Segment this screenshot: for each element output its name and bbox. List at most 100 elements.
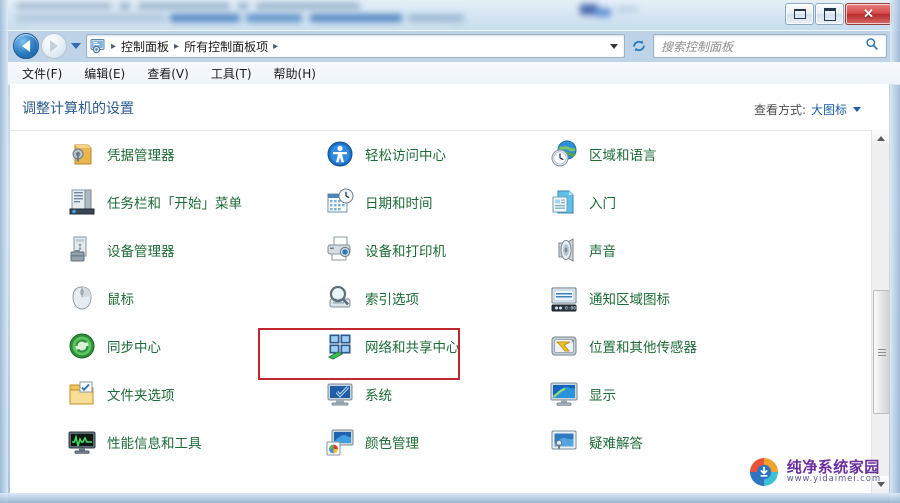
chevron-down-icon[interactable] xyxy=(853,107,861,112)
window-border-left xyxy=(0,0,8,503)
address-bar: ▸ 控制面板 ▸ 所有控制面板项 ▸ 搜索控制面板 xyxy=(8,30,890,62)
sound-icon xyxy=(548,234,580,266)
item-label: 声音 xyxy=(589,244,616,260)
color-management-icon xyxy=(324,426,356,458)
maximize-icon xyxy=(823,7,836,21)
minimize-button[interactable] xyxy=(785,3,814,25)
item-label: 疑难解答 xyxy=(589,436,643,452)
vertical-scrollbar[interactable] xyxy=(871,130,889,493)
items-row: 同步中心 网络和共享中心 位置和其他传感器 xyxy=(10,322,889,370)
date-time-icon xyxy=(324,186,356,218)
display-icon xyxy=(548,378,580,410)
scroll-up-button[interactable] xyxy=(872,130,889,147)
devices-printers-icon xyxy=(324,234,356,266)
item-label: 同步中心 xyxy=(107,340,161,356)
item-label: 网络和共享中心 xyxy=(365,340,460,356)
items-row: 任务栏和「开始」菜单 日期和时间 入门 xyxy=(10,178,889,226)
menu-item-help[interactable]: 帮助(H) xyxy=(270,63,320,84)
location-sensors-icon xyxy=(548,330,580,362)
item-system[interactable]: 系统 xyxy=(318,372,542,416)
menu-item-tools[interactable]: 工具(T) xyxy=(207,63,256,84)
breadcrumb-item-all-items[interactable]: 所有控制面板项 xyxy=(181,38,271,55)
getting-started-icon xyxy=(548,186,580,218)
mouse-icon xyxy=(66,282,98,314)
item-label: 设备管理器 xyxy=(107,244,175,260)
item-network-and-sharing-center[interactable]: 网络和共享中心 xyxy=(318,324,542,368)
maximize-button[interactable] xyxy=(815,3,844,25)
window-root: ✕ ▸ 控制面板 ▸ 所有控制面板项 ▸ 搜索控制面板 文件(F) 编辑(E) … xyxy=(0,0,900,503)
scrollbar-thumb[interactable] xyxy=(873,290,889,414)
refresh-button[interactable] xyxy=(627,34,651,58)
breadcrumb-separator-1[interactable]: ▸ xyxy=(172,41,181,52)
breadcrumb-dropdown-icon[interactable] xyxy=(610,43,618,49)
refresh-icon xyxy=(633,40,645,52)
item-sound[interactable]: 声音 xyxy=(542,228,792,272)
item-label: 颜色管理 xyxy=(365,436,419,452)
scrollbar-grip-icon xyxy=(877,348,886,356)
site-watermark: 纯净系统家园 www.yidaimei.com xyxy=(747,455,881,489)
sync-center-icon xyxy=(66,330,98,362)
breadcrumb-item-control-panel[interactable]: 控制面板 xyxy=(118,38,172,55)
window-controls[interactable]: ✕ xyxy=(785,3,892,25)
item-display[interactable]: 显示 xyxy=(542,372,792,416)
item-ease-of-access-center[interactable]: 轻松访问中心 xyxy=(318,132,542,176)
item-devices-and-printers[interactable]: 设备和打印机 xyxy=(318,228,542,272)
minimize-icon xyxy=(793,9,806,19)
item-mouse[interactable]: 鼠标 xyxy=(60,276,318,320)
menu-item-file[interactable]: 文件(F) xyxy=(18,63,66,84)
watermark-logo-icon xyxy=(747,455,781,489)
ease-of-access-icon xyxy=(324,138,356,170)
item-label: 文件夹选项 xyxy=(107,388,175,404)
item-indexing-options[interactable]: 索引选项 xyxy=(318,276,542,320)
item-taskbar-and-start-menu[interactable]: 任务栏和「开始」菜单 xyxy=(60,180,318,224)
items-row: 文件夹选项 系统 显示 xyxy=(10,370,889,418)
item-label: 鼠标 xyxy=(107,292,134,308)
back-button[interactable] xyxy=(13,33,39,59)
control-panel-items-grid: 凭据管理器 轻松访问中心 区域和语言 任务栏和「开始」菜单 日期和时间 入门 设… xyxy=(10,130,889,493)
title-bar: ✕ xyxy=(0,0,900,31)
window-border-bottom xyxy=(0,493,900,503)
performance-info-icon xyxy=(66,426,98,458)
breadcrumb-separator-2[interactable]: ▸ xyxy=(271,41,280,52)
menu-item-edit[interactable]: 编辑(E) xyxy=(80,63,129,84)
forward-button[interactable] xyxy=(41,33,67,59)
items-row: 设备管理器 设备和打印机 声音 xyxy=(10,226,889,274)
item-region-and-language[interactable]: 区域和语言 xyxy=(542,132,792,176)
close-button[interactable]: ✕ xyxy=(845,3,892,25)
search-box[interactable]: 搜索控制面板 xyxy=(653,34,887,58)
history-dropdown-icon[interactable] xyxy=(71,43,81,49)
item-getting-started[interactable]: 入门 xyxy=(542,180,792,224)
troubleshooting-icon xyxy=(548,426,580,458)
breadcrumb-separator-0[interactable]: ▸ xyxy=(109,41,118,52)
notification-area-icons-icon: 0:00 xyxy=(548,282,580,314)
item-label: 系统 xyxy=(365,388,392,404)
item-color-management[interactable]: 颜色管理 xyxy=(318,420,542,464)
item-label: 显示 xyxy=(589,388,616,404)
item-label: 性能信息和工具 xyxy=(107,436,202,452)
menu-bar: 文件(F) 编辑(E) 查看(V) 工具(T) 帮助(H) xyxy=(8,62,900,85)
item-credential-manager[interactable]: 凭据管理器 xyxy=(60,132,318,176)
item-label: 入门 xyxy=(589,196,616,212)
control-panel-icon xyxy=(90,38,106,54)
search-input[interactable]: 搜索控制面板 xyxy=(654,38,863,55)
items-row: 鼠标 索引选项 0:00 通知区域图标 xyxy=(10,274,889,322)
menu-item-view[interactable]: 查看(V) xyxy=(143,63,193,84)
item-performance-information-and-tools[interactable]: 性能信息和工具 xyxy=(60,420,318,464)
forward-arrow-icon xyxy=(50,40,58,52)
view-by-control[interactable]: 查看方式: 大图标 xyxy=(754,101,861,118)
content-header: 调整计算机的设置 查看方式: 大图标 xyxy=(10,84,889,131)
item-notification-area-icons[interactable]: 0:00 通知区域图标 xyxy=(542,276,792,320)
item-location-and-other-sensors[interactable]: 位置和其他传感器 xyxy=(542,324,792,368)
folder-options-icon xyxy=(66,378,98,410)
breadcrumb-bar[interactable]: ▸ 控制面板 ▸ 所有控制面板项 ▸ xyxy=(86,34,625,58)
content-pane: 调整计算机的设置 查看方式: 大图标 凭据管理器 轻松访问中心 区域和语言 任务… xyxy=(10,84,889,493)
item-label: 凭据管理器 xyxy=(107,148,175,164)
item-folder-options[interactable]: 文件夹选项 xyxy=(60,372,318,416)
item-label: 日期和时间 xyxy=(365,196,433,212)
item-date-and-time[interactable]: 日期和时间 xyxy=(318,180,542,224)
item-device-manager[interactable]: 设备管理器 xyxy=(60,228,318,272)
item-sync-center[interactable]: 同步中心 xyxy=(60,324,318,368)
view-by-value[interactable]: 大图标 xyxy=(811,101,847,118)
item-label: 索引选项 xyxy=(365,292,419,308)
region-language-icon xyxy=(548,138,580,170)
